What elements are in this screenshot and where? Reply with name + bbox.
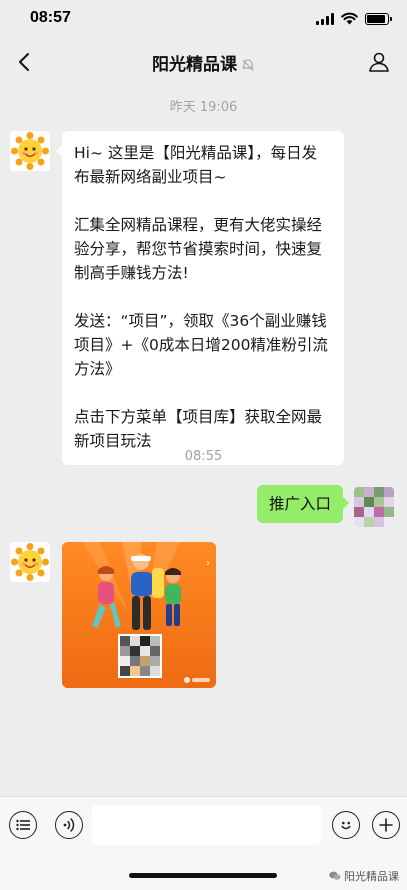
wechat-logo-icon [329, 871, 341, 880]
svg-text:›: › [206, 558, 210, 569]
sun-avatar-icon [11, 543, 49, 581]
my-avatar[interactable] [354, 487, 394, 527]
message-paragraph: Hi~ 这里是【阳光精品课】，每日发布最新网络副业项目~ [74, 144, 318, 186]
wifi-icon [341, 12, 358, 25]
status-time: 08:57 [30, 9, 71, 26]
person-icon [369, 52, 389, 72]
message-input[interactable] [92, 805, 322, 845]
sent-message-bubble[interactable]: 推广入口 [256, 485, 350, 523]
welcome-message-bubble[interactable]: Hi~ 这里是【阳光精品课】，每日发布最新网络副业项目~ 汇集全网精品课程，更有… [56, 131, 344, 465]
signal-icon [316, 12, 334, 25]
chat-title: 阳光精品课 [0, 50, 407, 75]
nav-bar: 阳光精品课 [0, 38, 407, 86]
sun-avatar-icon [11, 132, 49, 170]
status-icons [316, 12, 392, 25]
message-paragraph: 汇集全网精品课程，更有大佬实操经验分享，帮您节省摸索时间，快速复制高手赚钱方法! [74, 216, 323, 282]
emoji-button[interactable] [332, 811, 360, 839]
promo-illustration-image: › [62, 542, 216, 688]
avatar[interactable] [10, 542, 50, 582]
watermark-text: 阳光精品课 [344, 870, 399, 883]
message-timestamp: 昨天 19:06 [169, 100, 238, 115]
chat-title-text: 阳光精品课 [152, 55, 237, 75]
message-paragraph: 发送：“项目”，领取《36个副业赚钱项目》+《0成本日增200精准粉引流方法》 [74, 312, 328, 378]
list-icon [16, 819, 30, 831]
image-message[interactable]: › [62, 542, 216, 688]
battery-icon [365, 12, 392, 25]
status-bar: 08:57 [0, 0, 407, 38]
home-indicator [129, 873, 277, 878]
profile-button[interactable] [363, 46, 395, 78]
message-paragraph: 点击下方菜单【项目库】获取全网最新项目玩法 [74, 408, 323, 450]
voice-button[interactable] [55, 811, 83, 839]
menu-toggle-button[interactable] [9, 811, 37, 839]
mosaic-avatar-image [354, 487, 394, 527]
plus-icon [379, 818, 393, 832]
voice-icon [63, 818, 75, 832]
watermark: 阳光精品课 [329, 868, 399, 884]
avatar[interactable] [10, 131, 50, 171]
more-button[interactable] [372, 811, 400, 839]
message-timestamp: 08:55 [184, 449, 223, 464]
bell-off-icon [242, 59, 254, 71]
smile-icon [341, 821, 351, 830]
sent-message-text: 推广入口 [268, 495, 331, 513]
